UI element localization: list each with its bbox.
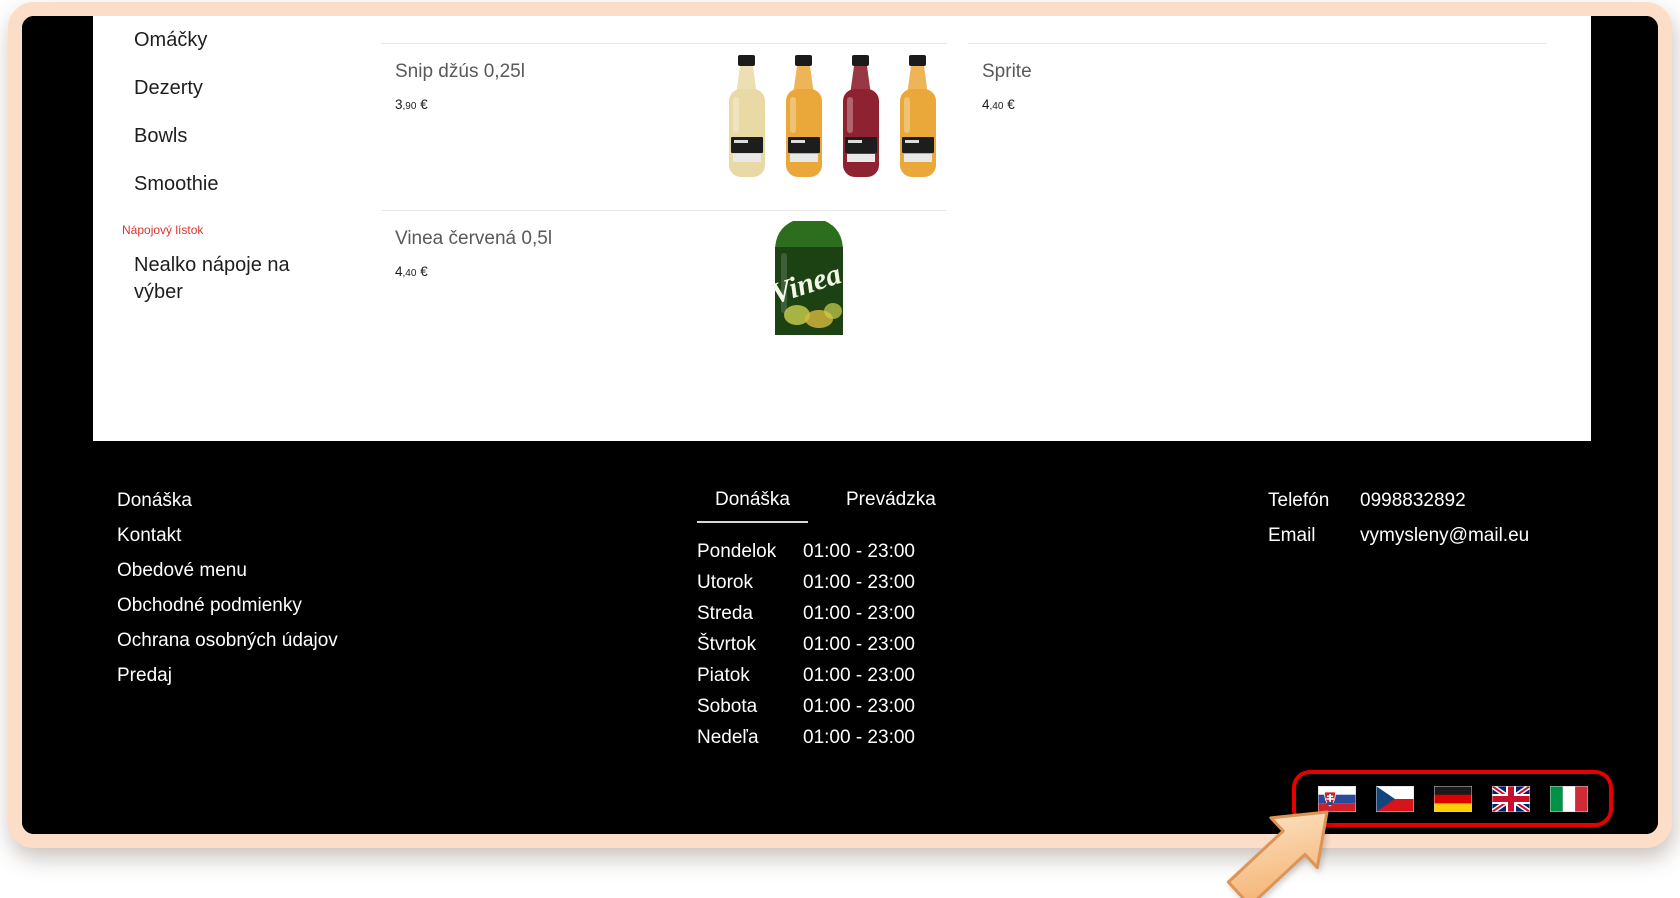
juice-bottles-image (724, 53, 944, 179)
footer-nav: Donáška Kontakt Obedové menu Obchodné po… (117, 489, 338, 699)
product-name: Sprite (968, 44, 1546, 83)
product-row-sprite[interactable]: Sprite 4,40 € (968, 43, 1546, 210)
flag-german-icon[interactable] (1434, 786, 1472, 812)
footer-link-donaska[interactable]: Donáška (117, 489, 338, 513)
time-value: 01:00 - 23:00 (803, 536, 954, 567)
product-price: 4,40 € (968, 83, 1546, 112)
sidebar-item-smoothie[interactable]: Smoothie (134, 172, 374, 197)
day-label: Pondelok (697, 536, 803, 567)
footer-link-predaj[interactable]: Predaj (117, 664, 338, 688)
product-row-snip-dzus[interactable]: Snip džús 0,25l 3,90 € (381, 43, 947, 210)
hours-table: Pondelok 01:00 - 23:00 Utorok 01:00 - 23… (697, 536, 954, 753)
screenshot-frame: Omáčky Dezerty Bowls Smoothie Nápojový l… (8, 2, 1672, 848)
footer-link-kontakt[interactable]: Kontakt (117, 524, 338, 548)
tab-prevadzka[interactable]: Prevádzka (828, 486, 954, 523)
flag-italian-icon[interactable] (1550, 786, 1588, 812)
time-value: 01:00 - 23:00 (803, 598, 954, 629)
category-sidebar: Omáčky Dezerty Bowls Smoothie Nápojový l… (134, 28, 374, 306)
footer-link-obedove-menu[interactable]: Obedové menu (117, 559, 338, 583)
sidebar-item-dezerty[interactable]: Dezerty (134, 76, 374, 101)
sidebar-item-bowls[interactable]: Bowls (134, 124, 374, 149)
drinks-section-label: Nápojový lístok (122, 223, 374, 238)
day-label: Štvrtok (697, 629, 803, 660)
day-label: Utorok (697, 567, 803, 598)
contact-info: Telefón 0998832892 Email vymysleny@mail.… (1268, 489, 1529, 548)
time-value: 01:00 - 23:00 (803, 691, 954, 722)
phone-value: 0998832892 (1360, 489, 1529, 513)
opening-hours: Donáška Prevádzka Pondelok 01:00 - 23:00… (697, 486, 954, 753)
sidebar-item-omacky[interactable]: Omáčky (134, 28, 374, 53)
footer-link-obchodne-podmienky[interactable]: Obchodné podmienky (117, 594, 338, 618)
flag-english-icon[interactable] (1492, 786, 1530, 812)
product-column-left: Snip džús 0,25l 3,90 € (381, 43, 947, 371)
email-value[interactable]: vymysleny@mail.eu (1360, 524, 1529, 548)
time-value: 01:00 - 23:00 (803, 722, 954, 753)
product-row-vinea[interactable]: Vinea červená 0,5l 4,40 € Vinea (381, 210, 947, 371)
product-column-right: Sprite 4,40 € (968, 43, 1546, 210)
day-label: Sobota (697, 691, 803, 722)
annotation-arrow-icon (1205, 770, 1345, 898)
time-value: 01:00 - 23:00 (803, 660, 954, 691)
tab-donaska[interactable]: Donáška (697, 486, 808, 523)
footer-link-ochrana-udajov[interactable]: Ochrana osobných údajov (117, 629, 338, 653)
phone-label: Telefón (1268, 489, 1360, 513)
flag-czech-icon[interactable] (1376, 786, 1414, 812)
day-label: Piatok (697, 660, 803, 691)
content-panel: Omáčky Dezerty Bowls Smoothie Nápojový l… (93, 16, 1591, 441)
hours-tabs: Donáška Prevádzka (697, 486, 954, 523)
day-label: Streda (697, 598, 803, 629)
sidebar-item-nealko-napoje[interactable]: Nealko nápoje na výber (134, 252, 334, 306)
webpage: Omáčky Dezerty Bowls Smoothie Nápojový l… (22, 16, 1658, 834)
time-value: 01:00 - 23:00 (803, 629, 954, 660)
email-label: Email (1268, 524, 1360, 548)
vinea-bottle-image: Vinea (753, 217, 865, 335)
time-value: 01:00 - 23:00 (803, 567, 954, 598)
day-label: Nedeľa (697, 722, 803, 753)
